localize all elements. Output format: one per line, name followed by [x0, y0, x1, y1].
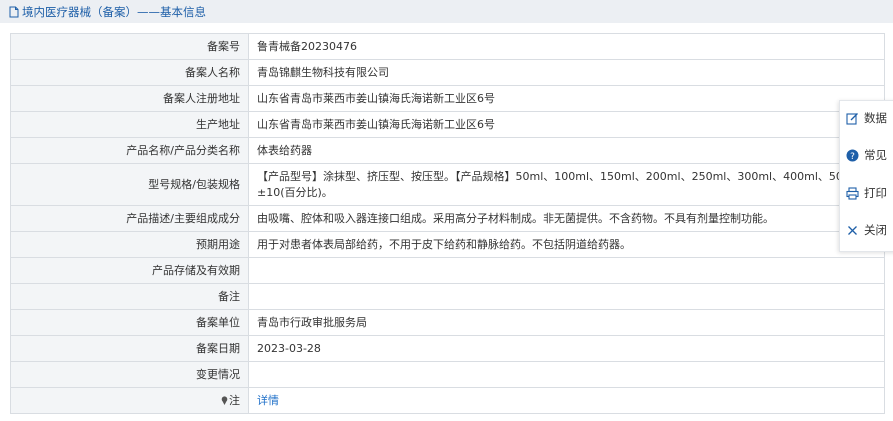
- print-icon: [846, 186, 859, 200]
- side-item-label: 关闭: [864, 223, 887, 237]
- field-label: 备案日期: [10, 335, 249, 362]
- field-label: 产品名称/产品分类名称: [10, 137, 249, 164]
- field-label: 变更情况: [10, 361, 249, 388]
- page-header: 境内医疗器械（备案）——基本信息: [0, 0, 893, 23]
- edit-icon: [846, 112, 858, 125]
- model-spec-line-1: 【产品型号】涂抹型、挤压型、按压型。【产品规格】50ml、100ml、150ml…: [257, 169, 885, 183]
- svg-text:?: ?: [850, 152, 855, 162]
- close-icon: [848, 225, 857, 235]
- field-label: 型号规格/包装规格: [10, 163, 249, 206]
- product-description-value: 由吸嘴、腔体和吸入器连接口组成。采用高分子材料制成。非无菌提供。不含药物。不具有…: [248, 205, 885, 232]
- page-title: 境内医疗器械（备案）——基本信息: [22, 4, 206, 19]
- model-spec-value: 【产品型号】涂抹型、挤压型、按压型。【产品规格】50ml、100ml、150ml…: [248, 163, 885, 206]
- remarks-value: [248, 283, 885, 310]
- side-item-label: 数据: [864, 111, 887, 125]
- print-button[interactable]: 打印: [846, 184, 887, 202]
- table-row: 变更情况: [10, 361, 885, 388]
- table-row: 产品名称/产品分类名称 体表给药器: [10, 137, 885, 164]
- table-row: 产品描述/主要组成成分 由吸嘴、腔体和吸入器连接口组成。采用高分子材料制成。非无…: [10, 205, 885, 232]
- field-label: 备案人注册地址: [10, 85, 249, 112]
- side-item-label: 打印: [864, 186, 887, 200]
- side-item-label: 常见: [864, 148, 887, 162]
- table-row: 备案人注册地址 山东省青岛市莱西市姜山镇海氏海诺新工业区6号: [10, 85, 885, 112]
- table-row: 备注: [10, 283, 885, 310]
- field-label: 备案号: [10, 33, 249, 60]
- pin-icon: [221, 395, 228, 405]
- record-info-table: 备案号 鲁青械备20230476 备案人名称 青岛锦麒生物科技有限公司 备案人注…: [10, 33, 885, 414]
- table-row: 型号规格/包装规格 【产品型号】涂抹型、挤压型、按压型。【产品规格】50ml、1…: [10, 163, 885, 206]
- field-label: 备注: [10, 283, 249, 310]
- table-row: 注 详情: [10, 387, 885, 414]
- change-history-value: [248, 361, 885, 388]
- model-spec-line-2: ±10(百分比)。: [257, 185, 333, 199]
- table-row: 备案日期 2023-03-28: [10, 335, 885, 362]
- production-address-value: 山东省青岛市莱西市姜山镇海氏海诺新工业区6号: [248, 111, 885, 138]
- field-label: 产品描述/主要组成成分: [10, 205, 249, 232]
- close-page-button[interactable]: 关闭: [846, 221, 887, 239]
- details-link[interactable]: 详情: [257, 394, 279, 407]
- table-row: 产品存储及有效期: [10, 257, 885, 284]
- registered-address-value: 山东省青岛市莱西市姜山镇海氏海诺新工业区6号: [248, 85, 885, 112]
- table-row: 备案单位 青岛市行政审批服务局: [10, 309, 885, 336]
- floating-side-panel: 数据 ? 常见 打印 关闭: [839, 100, 893, 252]
- field-label: 备案人名称: [10, 59, 249, 86]
- storage-validity-value: [248, 257, 885, 284]
- field-label: 备案单位: [10, 309, 249, 336]
- filing-unit-value: 青岛市行政审批服务局: [248, 309, 885, 336]
- question-icon: ?: [846, 149, 859, 162]
- faq-button[interactable]: ? 常见: [846, 146, 887, 164]
- document-icon: [9, 6, 19, 17]
- table-row: 预期用途 用于对患者体表局部给药，不用于皮下给药和静脉给药。不包括阴道给药器。: [10, 231, 885, 258]
- table-row: 生产地址 山东省青岛市莱西市姜山镇海氏海诺新工业区6号: [10, 111, 885, 138]
- field-label: 生产地址: [10, 111, 249, 138]
- intended-use-value: 用于对患者体表局部给药，不用于皮下给药和静脉给药。不包括阴道给药器。: [248, 231, 885, 258]
- field-label: 预期用途: [10, 231, 249, 258]
- field-label: 产品存储及有效期: [10, 257, 249, 284]
- filing-number-value: 鲁青械备20230476: [248, 33, 885, 60]
- product-name-value: 体表给药器: [248, 137, 885, 164]
- table-row: 备案号 鲁青械备20230476: [10, 33, 885, 60]
- filing-date-value: 2023-03-28: [248, 335, 885, 362]
- table-row: 备案人名称 青岛锦麒生物科技有限公司: [10, 59, 885, 86]
- field-label: 注: [229, 393, 240, 407]
- filer-name-value: 青岛锦麒生物科技有限公司: [248, 59, 885, 86]
- note-value: 详情: [248, 387, 885, 414]
- data-feedback-button[interactable]: 数据: [846, 109, 887, 127]
- note-label: 注: [10, 387, 249, 414]
